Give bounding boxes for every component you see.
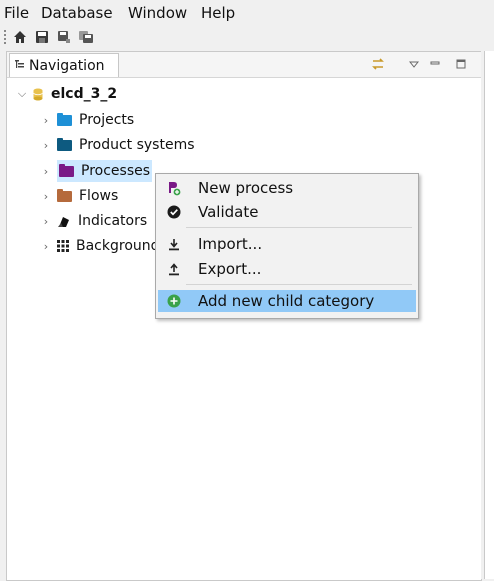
- indicators-icon: [57, 215, 71, 228]
- database-icon: [33, 88, 43, 101]
- validate-icon: [166, 204, 182, 220]
- export-icon: [166, 261, 182, 277]
- tree-view-icon: [15, 58, 25, 74]
- tree-item-label: Flows: [79, 188, 119, 204]
- tree-item-projects[interactable]: › Projects: [41, 109, 134, 131]
- tree-item-label: Processes: [81, 163, 151, 179]
- tree-item-label: Indicators: [78, 213, 148, 229]
- main-toolbar: [0, 26, 494, 48]
- home-icon[interactable]: [12, 29, 28, 45]
- tree-item-background[interactable]: › Background: [41, 235, 160, 257]
- menu-item-label: Validate: [198, 203, 259, 221]
- context-menu: New process Validate Import... Export...…: [155, 173, 419, 319]
- save-as-icon[interactable]: [56, 29, 72, 45]
- import-icon: [166, 236, 182, 252]
- tree-item-label: Projects: [79, 112, 135, 128]
- chevron-right-icon[interactable]: ›: [41, 240, 51, 253]
- new-process-icon: [166, 180, 182, 196]
- tree-item-label: Product systems: [79, 137, 195, 153]
- minimize-icon[interactable]: [428, 57, 442, 71]
- tree-item-label: Background: [76, 238, 160, 254]
- add-category-icon: [166, 293, 182, 309]
- menu-item-label: New process: [198, 179, 294, 197]
- menu-separator: [186, 284, 412, 285]
- menu-bar: File Database Window Help: [0, 0, 494, 26]
- link-with-editor-icon[interactable]: [371, 57, 385, 71]
- menu-item-import[interactable]: Import...: [158, 233, 416, 255]
- menu-item-label: Export...: [198, 260, 262, 278]
- menu-database[interactable]: Database: [41, 4, 113, 22]
- editor-area-edge: [484, 51, 494, 579]
- menu-file[interactable]: File: [4, 4, 29, 22]
- menu-item-label: Import...: [198, 235, 263, 253]
- folder-icon: [57, 137, 72, 151]
- grid-icon: [57, 240, 69, 252]
- menu-help[interactable]: Help: [201, 4, 235, 22]
- save-all-icon[interactable]: [78, 29, 94, 45]
- tree-item-processes[interactable]: › Processes: [41, 160, 153, 182]
- chevron-right-icon[interactable]: ›: [41, 215, 51, 228]
- chevron-right-icon[interactable]: ›: [41, 190, 51, 203]
- menu-separator: [186, 227, 412, 228]
- folder-icon: [57, 112, 72, 126]
- toolbar-grip[interactable]: [4, 30, 6, 44]
- menu-item-new-process[interactable]: New process: [158, 177, 416, 199]
- menu-item-validate[interactable]: Validate: [158, 201, 416, 223]
- view-tab-bar: Navigation: [7, 52, 481, 78]
- folder-icon: [59, 163, 74, 177]
- tree-item-flows[interactable]: › Flows: [41, 185, 118, 207]
- maximize-icon[interactable]: [454, 57, 468, 71]
- tree-root[interactable]: ⌵ elcd_3_2: [17, 83, 117, 105]
- tree-item-indicators[interactable]: › Indicators: [41, 210, 147, 232]
- save-icon[interactable]: [34, 29, 50, 45]
- menu-window[interactable]: Window: [128, 4, 187, 22]
- tree-root-label: elcd_3_2: [51, 86, 118, 102]
- folder-icon: [57, 188, 72, 202]
- chevron-right-icon[interactable]: ›: [41, 139, 51, 152]
- view-menu-icon[interactable]: [407, 57, 421, 71]
- tab-navigation[interactable]: Navigation: [9, 53, 119, 77]
- menu-item-export[interactable]: Export...: [158, 258, 416, 280]
- chevron-right-icon[interactable]: ›: [41, 165, 51, 178]
- menu-item-label: Add new child category: [198, 292, 375, 310]
- tab-navigation-label: Navigation: [29, 57, 105, 74]
- menu-item-add-child-category[interactable]: Add new child category: [158, 290, 416, 312]
- chevron-down-icon[interactable]: ⌵: [17, 87, 27, 101]
- selection-highlight: Processes: [57, 160, 153, 182]
- tree-item-product-systems[interactable]: › Product systems: [41, 134, 195, 156]
- chevron-right-icon[interactable]: ›: [41, 114, 51, 127]
